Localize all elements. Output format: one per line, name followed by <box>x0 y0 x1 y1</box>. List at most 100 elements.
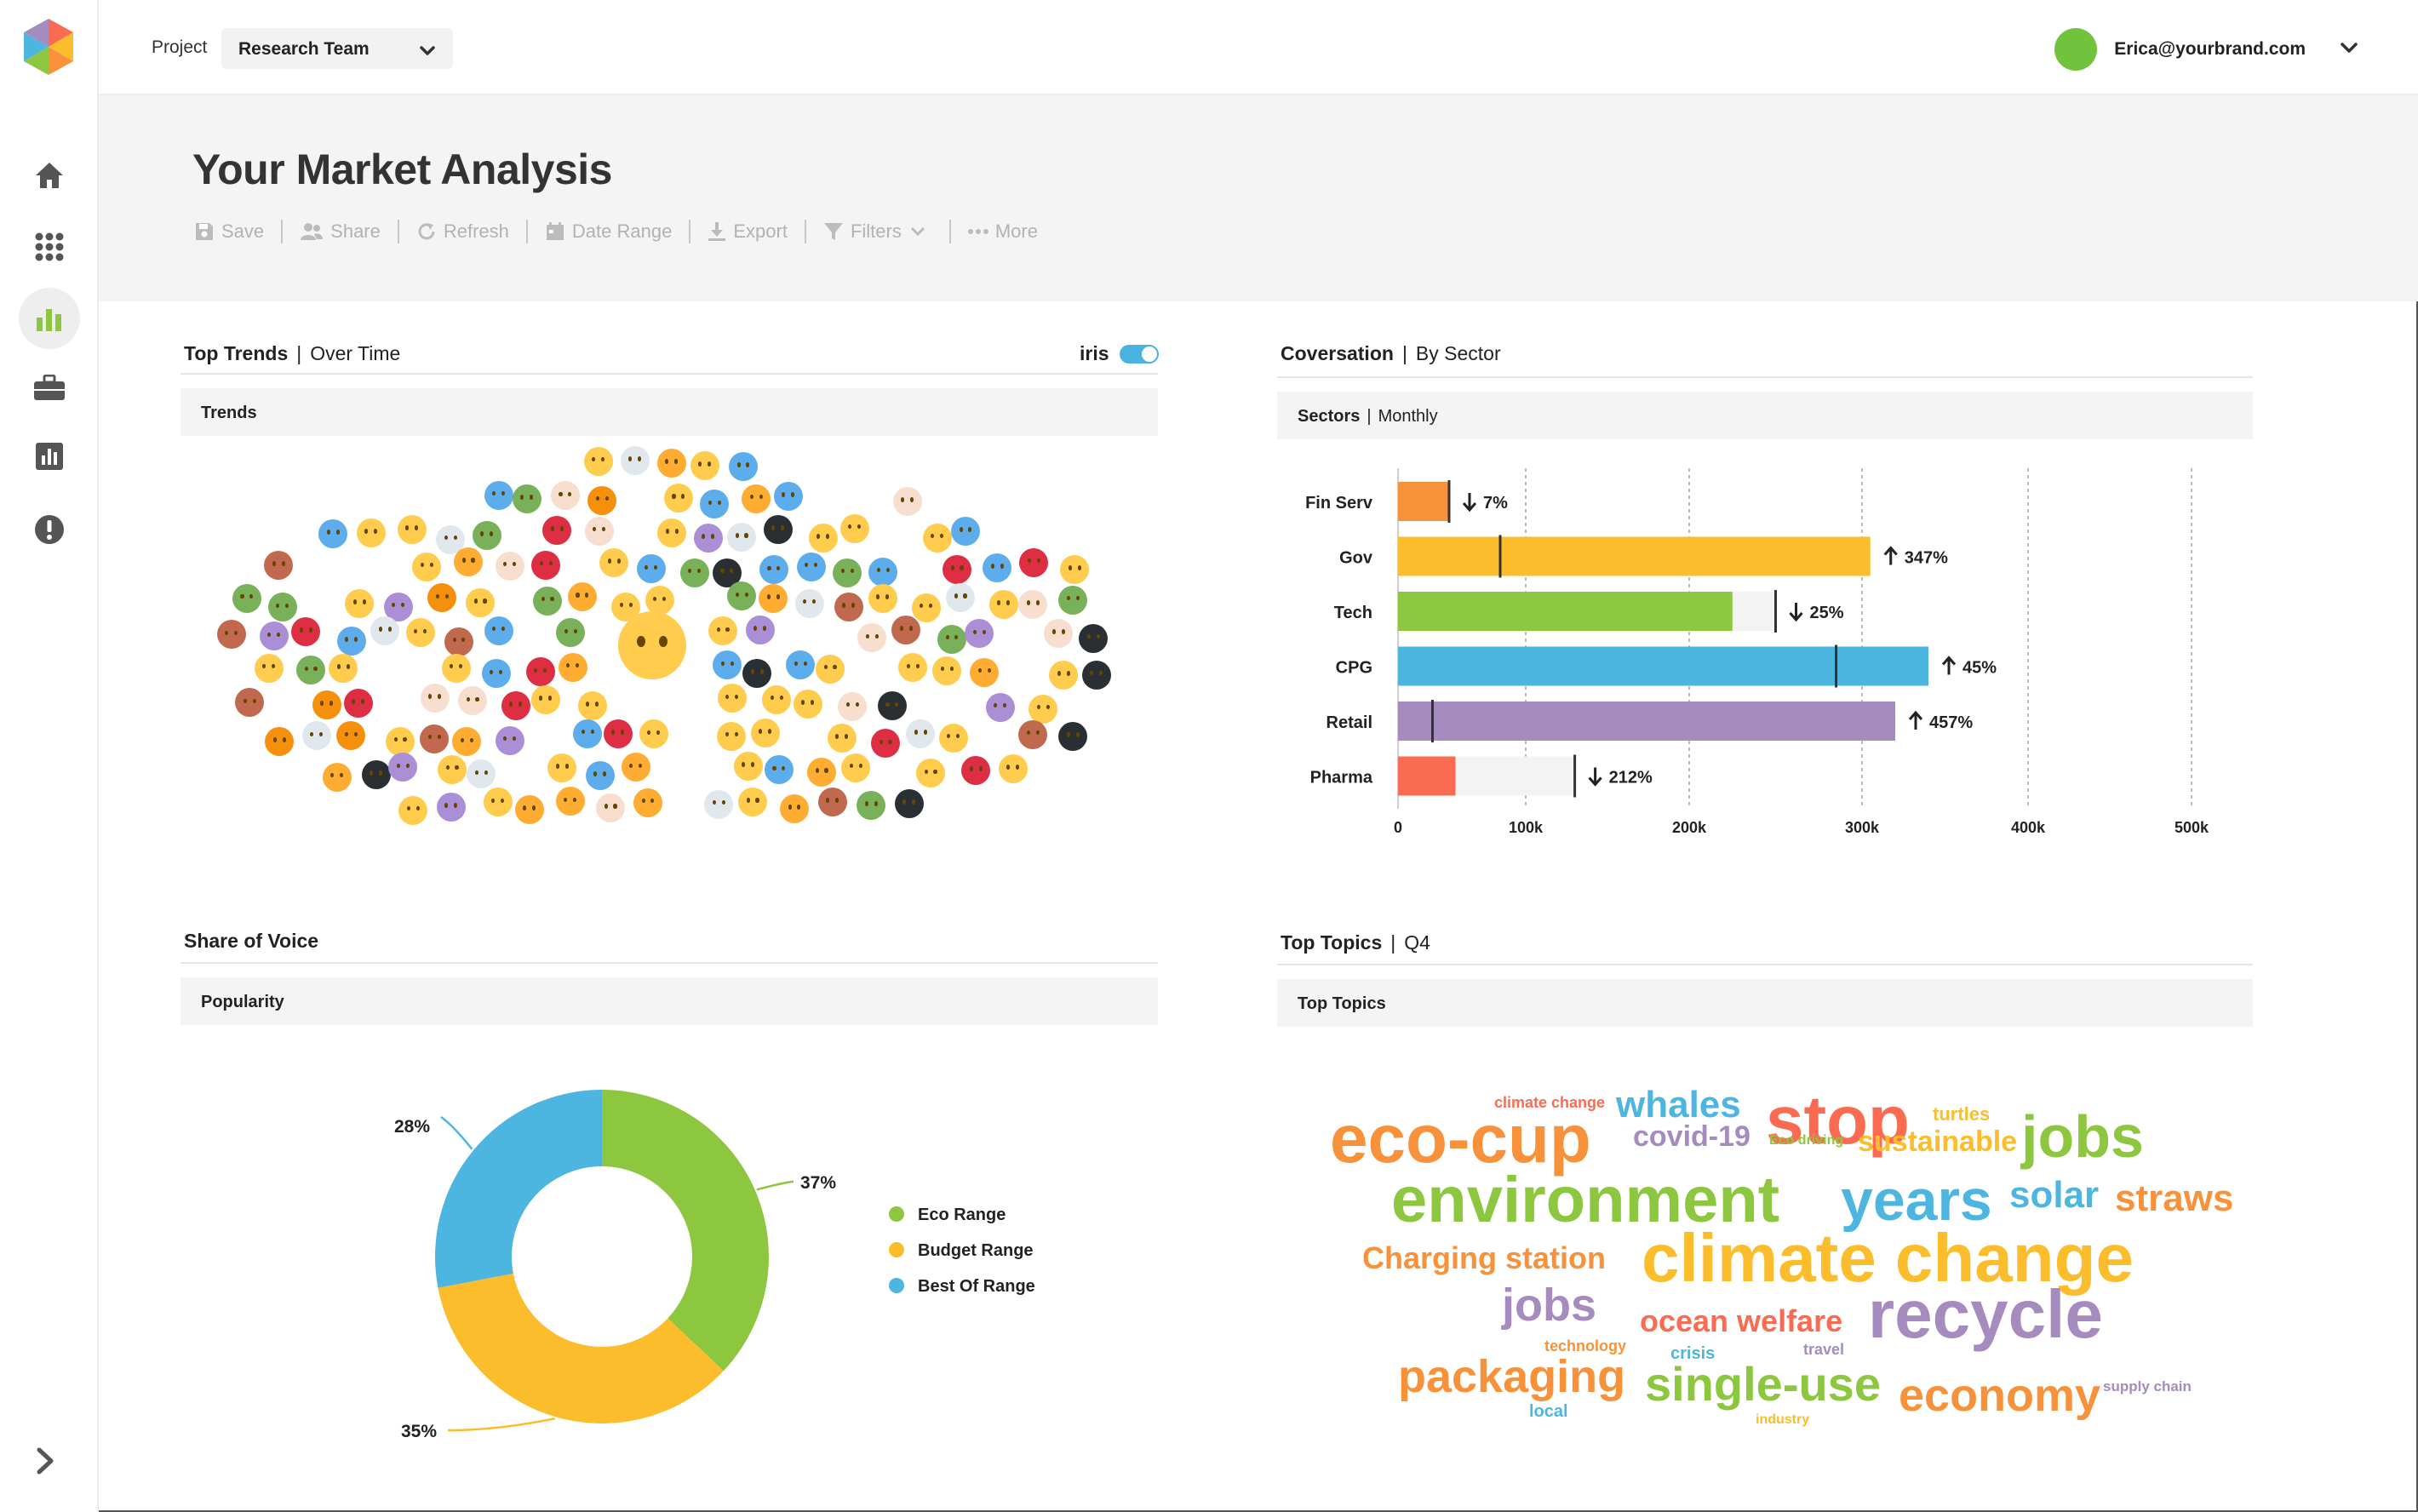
topics-sub-title: Top Topics <box>1298 994 1386 1013</box>
emoji-face-icon <box>585 761 615 791</box>
word-cloud-term[interactable]: whales <box>1616 1086 1741 1124</box>
sector-bar-chart-svg: Fin Serv 7% Gov 347% Tech 25% CPG 45% Retail 457%… <box>1305 468 2209 836</box>
word-cloud-term[interactable]: recycle <box>1868 1280 2103 1349</box>
emoji-face-icon <box>265 727 295 757</box>
sector-bar-chart: Fin Serv 7% Gov 347% Tech 25% CPG 45% Retail 457%… <box>1277 460 2239 851</box>
more-button[interactable]: More <box>967 220 1038 243</box>
x-tick-label: 400k <box>2011 819 2046 836</box>
topics-subtitle: Q4 <box>1404 931 1430 954</box>
word-cloud-term[interactable]: eco-cup <box>1330 1105 1591 1173</box>
slice-percent-label: 28% <box>394 1117 430 1137</box>
save-label: Save <box>221 220 265 242</box>
word-cloud-term[interactable]: turtles <box>1933 1105 1990 1124</box>
category-label: CPG <box>1336 659 1372 678</box>
change-label: 212% <box>1609 769 1653 788</box>
iris-toggle[interactable]: iris <box>1080 342 1159 365</box>
word-cloud-term[interactable]: economy <box>1899 1372 2100 1418</box>
chevron-down-icon[interactable] <box>2340 42 2358 58</box>
alert-icon[interactable] <box>19 499 80 560</box>
bar-chart-icon[interactable] <box>19 288 80 349</box>
emoji-face-icon <box>816 654 845 684</box>
date-range-button[interactable]: Date Range <box>545 220 672 243</box>
emoji-face-icon <box>599 547 629 577</box>
donut-slice[interactable] <box>438 1273 724 1423</box>
user-menu[interactable]: Erica@yourbrand.com <box>2054 27 2358 72</box>
word-cloud-term[interactable]: sustainable <box>1858 1127 2017 1156</box>
emoji-face-icon <box>386 726 415 756</box>
trends-sub-title: Trends <box>201 404 257 422</box>
report-icon[interactable] <box>19 426 80 487</box>
emoji-face-icon <box>965 619 994 649</box>
briefcase-icon[interactable] <box>19 358 80 419</box>
iris-toggle-switch[interactable] <box>1119 344 1159 364</box>
avatar[interactable] <box>2054 28 2098 71</box>
download-icon <box>708 222 726 241</box>
emoji-face-icon <box>1044 619 1074 649</box>
x-tick-label: 0 <box>1394 819 1402 836</box>
bar[interactable] <box>1398 756 1456 796</box>
slice-leader-line <box>756 1180 794 1191</box>
word-cloud-term[interactable]: supply chain <box>2103 1379 2192 1394</box>
word-cloud-term[interactable]: travel <box>1803 1342 1844 1357</box>
word-cloud-term[interactable]: Charging station <box>1362 1243 1606 1274</box>
donut-slice[interactable] <box>435 1090 602 1288</box>
word-cloud-term[interactable]: jobs <box>1502 1282 1596 1328</box>
emoji-face-icon <box>738 788 768 817</box>
bar[interactable] <box>1398 646 1928 686</box>
share-button[interactable]: Share <box>300 220 381 243</box>
emoji-face-icon <box>839 513 869 543</box>
emoji-face-icon <box>786 650 816 680</box>
toolbar-divider <box>689 220 691 243</box>
topics-sub-bar: Top Topics <box>1277 979 2253 1027</box>
emoji-face-icon <box>405 618 435 648</box>
word-cloud-term[interactable]: solar <box>2009 1177 2099 1214</box>
share-users-icon <box>301 223 324 240</box>
word-cloud-term[interactable]: covid-19 <box>1633 1122 1750 1151</box>
save-button[interactable]: Save <box>194 220 264 243</box>
emoji-face-icon <box>713 650 742 680</box>
bar[interactable] <box>1398 592 1733 631</box>
emoji-face-icon <box>857 623 887 653</box>
filters-button[interactable]: Filters <box>823 220 932 243</box>
emoji-face-icon <box>916 759 946 788</box>
app-logo[interactable] <box>20 17 77 77</box>
word-cloud-term[interactable]: jobs <box>2021 1107 2144 1166</box>
emoji-face-icon <box>932 656 962 685</box>
emoji-face-icon <box>636 554 666 584</box>
export-button[interactable]: Export <box>708 220 788 243</box>
arrow-down-icon <box>1462 493 1477 513</box>
chevron-right-icon[interactable] <box>34 1447 56 1479</box>
change-label: 457% <box>1929 713 1973 732</box>
word-cloud-term[interactable]: straws <box>2115 1180 2233 1217</box>
emoji-face-icon <box>983 553 1012 583</box>
emoji-face-icon <box>868 557 898 587</box>
emoji-face-icon <box>656 448 686 478</box>
bar[interactable] <box>1398 536 1871 576</box>
word-cloud-term[interactable]: Eco driving <box>1769 1134 1843 1148</box>
emoji-face-icon <box>877 691 907 721</box>
emoji-face-icon <box>857 790 886 820</box>
emoji-face-icon <box>216 620 246 650</box>
word-cloud-term[interactable]: ocean welfare <box>1640 1306 1842 1337</box>
sectors-sub-title: Sectors <box>1298 407 1361 426</box>
bar[interactable] <box>1398 482 1449 521</box>
filter-icon <box>823 223 843 240</box>
toolbar-divider <box>804 220 806 243</box>
emoji-face-icon <box>556 618 586 648</box>
project-select[interactable]: Research Team <box>221 28 453 69</box>
topics-word-cloud: climate change whales stop turtles eco-cup co… <box>1277 1056 2256 1447</box>
change-label: 25% <box>1810 604 1844 622</box>
bar[interactable] <box>1398 702 1895 741</box>
word-cloud-term[interactable]: packaging <box>1398 1354 1625 1400</box>
word-cloud-term[interactable]: single-use <box>1645 1360 1881 1408</box>
refresh-button[interactable]: Refresh <box>416 220 509 243</box>
home-icon[interactable] <box>19 145 80 206</box>
word-cloud-term[interactable]: local <box>1529 1403 1568 1420</box>
emoji-face-icon <box>727 523 757 553</box>
emoji-face-icon <box>1018 719 1048 749</box>
donut-slice[interactable] <box>602 1090 769 1372</box>
word-cloud-term[interactable]: industry <box>1756 1413 1809 1427</box>
emoji-face-icon <box>620 446 650 476</box>
emoji-face-icon <box>397 514 427 544</box>
apps-grid-icon[interactable] <box>19 216 80 278</box>
